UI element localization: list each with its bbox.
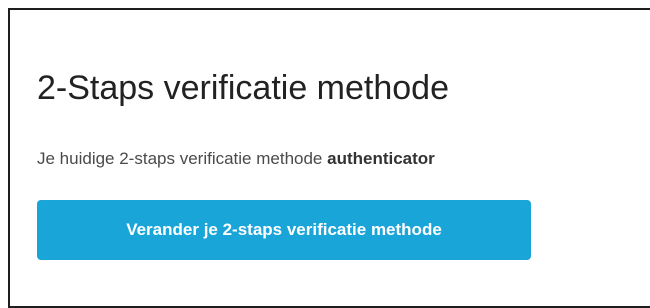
current-method-value: authenticator: [327, 149, 435, 168]
description-prefix: Je huidige 2-staps verificatie methode: [37, 149, 328, 168]
change-verification-method-button[interactable]: Verander je 2-staps verificatie methode: [37, 200, 531, 260]
verification-method-panel: 2-Staps verificatie methode Je huidige 2…: [8, 8, 650, 308]
section-title: 2-Staps verificatie methode: [37, 69, 449, 107]
current-method-description: Je huidige 2-staps verificatie methode a…: [37, 146, 435, 172]
